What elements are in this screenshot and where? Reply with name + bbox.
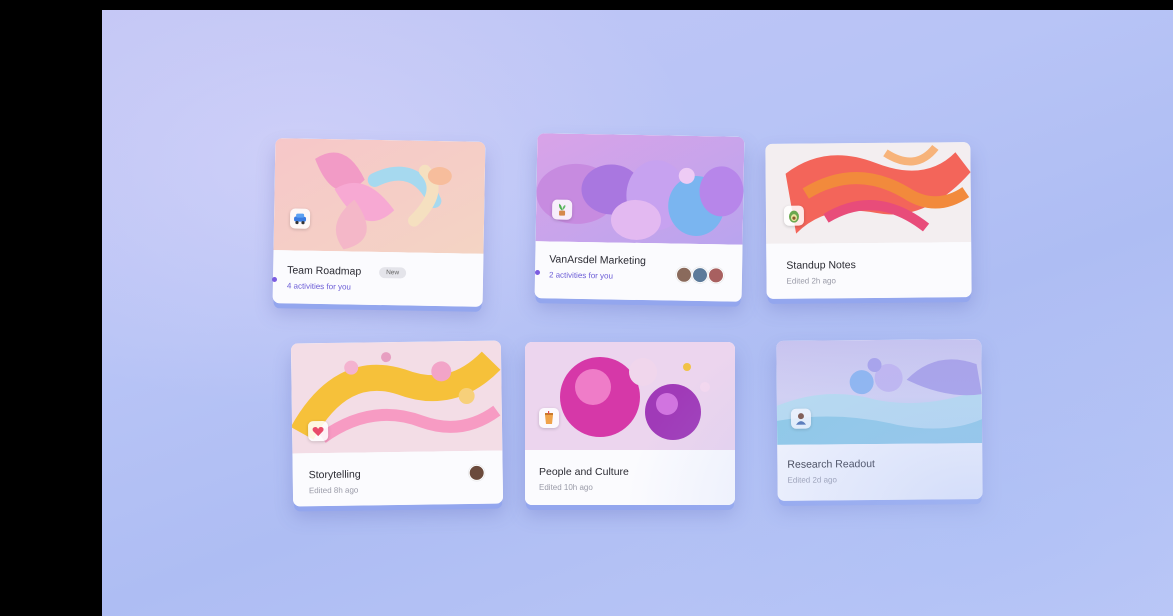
collaborator-avatar xyxy=(691,266,709,284)
workspace-card-vanarsdel-marketing[interactable]: VanArsdel Marketing 2 activities for you xyxy=(534,133,745,302)
plant-icon xyxy=(551,199,573,220)
card-title: People and Culture xyxy=(539,466,629,478)
cup-icon xyxy=(539,408,559,428)
person-icon xyxy=(790,408,812,429)
card-info: Standup Notes Edited 2h ago xyxy=(766,242,972,299)
collaborator-avatar xyxy=(675,266,693,283)
activity-dot xyxy=(272,277,277,282)
card-artwork xyxy=(273,138,486,254)
card-info: VanArsdel Marketing 2 activities for you xyxy=(534,241,743,302)
card-title: Research Readout xyxy=(787,458,875,471)
avocado-icon xyxy=(783,205,805,226)
car-icon xyxy=(289,208,311,229)
card-artwork xyxy=(776,339,983,445)
heart-icon xyxy=(307,420,329,442)
loop-workspaces-canvas: Team Roadmap New 4 activities for you Va… xyxy=(102,10,1173,616)
card-title: Storytelling xyxy=(308,468,361,482)
card-subtitle: 2 activities for you xyxy=(548,270,614,281)
activity-dot xyxy=(535,270,540,275)
card-subtitle: Edited 8h ago xyxy=(308,485,359,496)
workspace-card-team-roadmap[interactable]: Team Roadmap New 4 activities for you xyxy=(272,138,486,307)
card-title: Standup Notes xyxy=(786,259,856,272)
workspace-card-standup-notes[interactable]: Standup Notes Edited 2h ago xyxy=(765,142,972,299)
card-subtitle: Edited 2h ago xyxy=(786,276,836,286)
card-title: VanArsdel Marketing xyxy=(549,253,647,268)
workspace-card-storytelling[interactable]: Storytelling Edited 8h ago xyxy=(290,340,504,507)
card-info: Research Readout Edited 2d ago xyxy=(777,443,983,501)
card-info: Team Roadmap New 4 activities for you xyxy=(272,250,484,307)
card-info: Storytelling Edited 8h ago xyxy=(292,450,504,507)
workspace-card-research-readout[interactable]: Research Readout Edited 2d ago xyxy=(776,339,983,501)
card-subtitle: Edited 2d ago xyxy=(787,475,837,485)
workspace-card-people-and-culture[interactable]: People and Culture Edited 10h ago xyxy=(525,342,735,505)
card-artwork xyxy=(765,142,972,244)
collaborator-avatar xyxy=(468,464,485,482)
card-artwork xyxy=(525,342,735,450)
card-info: People and Culture Edited 10h ago xyxy=(525,450,735,505)
new-badge: New xyxy=(379,267,407,279)
card-artwork xyxy=(535,133,745,245)
card-subtitle: Edited 10h ago xyxy=(539,483,593,492)
card-title: Team Roadmap xyxy=(287,264,362,278)
collaborator-avatar xyxy=(707,267,725,284)
card-subtitle: 4 activities for you xyxy=(286,281,351,292)
